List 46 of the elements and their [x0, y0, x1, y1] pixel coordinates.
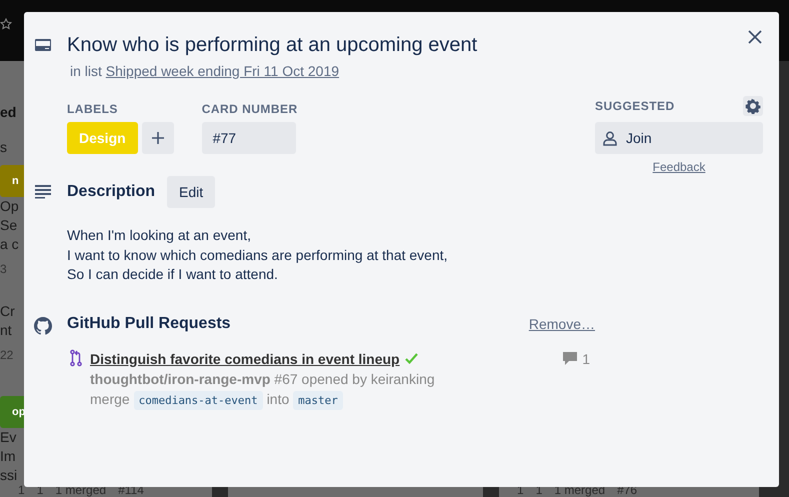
- github-heading: GitHub Pull Requests: [67, 314, 231, 332]
- card-title[interactable]: Cr: [0, 302, 15, 321]
- merge-text: merge: [90, 390, 130, 406]
- plus-icon: [150, 131, 165, 145]
- card-meta: 3: [0, 261, 7, 278]
- settings-icon[interactable]: [743, 96, 763, 116]
- pull-request-meta: thoughtbot/iron-range-mvp #67 opened by keiranking: [90, 370, 436, 388]
- user-icon: [603, 130, 617, 146]
- remove-link[interactable]: Remove…: [528, 316, 595, 332]
- card-text: Im: [0, 447, 16, 466]
- card-meta: 22: [0, 347, 14, 364]
- add-label-button[interactable]: [142, 122, 174, 154]
- github-icon: [34, 317, 52, 335]
- edit-button[interactable]: Edit: [167, 176, 216, 208]
- comment-icon: [562, 350, 578, 366]
- card-text: nt: [0, 321, 12, 340]
- badge-text: 1: [18, 483, 25, 497]
- card-text: a c: [0, 235, 19, 254]
- card-number-heading: CARD NUMBER: [202, 102, 298, 116]
- card-icon: [34, 36, 52, 54]
- branch-tag: comedians-at-event: [134, 390, 263, 410]
- card-text: s: [0, 138, 7, 157]
- card-text: ssi: [0, 466, 18, 485]
- comment-count: 1: [582, 350, 590, 366]
- card-number-field[interactable]: #77: [202, 122, 296, 154]
- pull-request-link[interactable]: Distinguish favorite comedians in event lineup: [90, 350, 400, 366]
- into-text: into: [266, 390, 290, 406]
- card-title[interactable]: Ev: [0, 428, 16, 447]
- suggested-heading: SUGGESTED: [595, 99, 675, 113]
- feedback-link[interactable]: Feedback: [652, 160, 706, 174]
- description-text: When I'm looking at an event, I want to know which comedians are performing at that event, So I can decide if I want to attend.: [67, 226, 449, 284]
- join-button[interactable]: Join: [595, 122, 763, 154]
- branch-tag: master: [293, 390, 343, 410]
- description-heading: Description: [67, 183, 156, 201]
- labels-heading: LABELS: [67, 102, 119, 116]
- check-icon: [404, 352, 418, 364]
- list-title: ed: [0, 103, 16, 122]
- card-title[interactable]: Know who is performing at an upcoming event: [67, 33, 595, 57]
- list-link[interactable]: Shipped week ending Fri 11 Oct 2019: [106, 63, 340, 79]
- pull-request-icon: [70, 348, 82, 366]
- description-icon: [34, 182, 52, 200]
- list-prefix: in list: [70, 63, 102, 79]
- card-title[interactable]: Op: [0, 197, 19, 216]
- close-icon[interactable]: [747, 29, 763, 45]
- star-icon[interactable]: [0, 18, 12, 30]
- card-text: Se: [0, 216, 18, 235]
